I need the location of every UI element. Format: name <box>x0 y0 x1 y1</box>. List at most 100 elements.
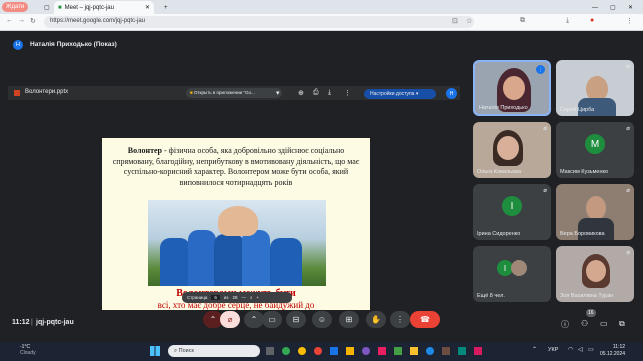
url-field[interactable]: https://meet.google.com/jqj-pqtc-jau <box>44 16 474 28</box>
app-icon[interactable] <box>298 347 306 355</box>
record-icon[interactable]: ● <box>590 17 594 24</box>
participant-tile[interactable]: ⌀ Зоя Василівна Туран <box>556 246 634 302</box>
participant-name: Ольга Ковальова <box>477 169 521 175</box>
participant-tile[interactable]: ⌀ Ольга Ковальова <box>473 122 551 178</box>
star-icon[interactable]: ☆ <box>466 17 472 25</box>
app-icon[interactable] <box>378 347 386 355</box>
mic-off-icon: ⌀ <box>626 188 630 194</box>
forward-icon[interactable]: → <box>18 17 25 24</box>
mic-off-icon: ⌀ <box>543 126 547 132</box>
participants-count-badge: 16 <box>586 309 596 317</box>
chrome-icon[interactable] <box>314 347 322 355</box>
page-navigator: Страница 6 из 28 — ⌕ + <box>182 292 292 303</box>
app-icon[interactable] <box>394 347 402 355</box>
page-input[interactable]: 6 <box>211 295 220 300</box>
dropdown-icon[interactable]: ▾ <box>276 89 280 97</box>
tab-actions-icon[interactable]: ▢ <box>40 1 54 14</box>
browser-tab-bar: Ждати ▢ ■ Meet – jqj-pqtc-jau ✕ + — ▢ ✕ <box>0 0 643 14</box>
address-bar-row: ← → ↻ https://meet.google.com/jqj-pqtc-j… <box>0 14 643 31</box>
participant-tile[interactable]: ⌀ Сергій Цирба <box>556 60 634 116</box>
app-icon[interactable] <box>442 347 450 355</box>
participant-tile[interactable]: І ⌀ Ірина Сидоренко <box>473 184 551 240</box>
captions-button[interactable]: ⊟ <box>286 311 306 328</box>
more-participants-tile[interactable]: І Ещё 8 чел. <box>473 246 551 302</box>
back-icon[interactable]: ← <box>6 17 13 24</box>
camera-toggle-button[interactable]: ▭ <box>262 311 282 328</box>
app-icon[interactable] <box>458 347 466 355</box>
cast-icon[interactable]: ⊡ <box>452 17 458 25</box>
mic-off-icon: ⌀ <box>626 250 630 256</box>
weather-widget[interactable]: -1°C Cloudy <box>20 344 36 356</box>
meeting-divider: | <box>31 319 33 326</box>
reload-icon[interactable]: ↻ <box>30 17 36 25</box>
tab-meet[interactable]: ■ Meet – jqj-pqtc-jau ✕ <box>54 1 154 14</box>
add-comment-icon[interactable]: ⊕ <box>298 89 304 97</box>
present-button[interactable]: ⊞ <box>339 311 359 328</box>
people-icon[interactable]: ⚇ <box>581 319 588 328</box>
new-tab-button[interactable]: + <box>160 1 172 14</box>
print-icon[interactable]: ⎙ <box>313 89 319 97</box>
taskbar-search[interactable]: ⌕ Поиск <box>168 345 260 357</box>
maximize-button[interactable]: ▢ <box>606 1 620 14</box>
system-clock[interactable]: 11:12 05.12.2024 <box>600 344 625 357</box>
download-icon[interactable]: ⤓ <box>566 17 569 25</box>
profile-button[interactable]: Ждати <box>2 2 29 12</box>
end-call-button[interactable]: ☎ <box>410 311 440 328</box>
participant-name: Ещё 8 чел. <box>477 293 505 299</box>
app-icon[interactable] <box>410 347 418 355</box>
camera-options-button[interactable]: ⌃ <box>244 311 264 328</box>
participant-thumb <box>511 260 527 276</box>
mic-off-icon: ⌀ <box>626 64 630 70</box>
info-icon[interactable]: ⓘ <box>561 319 569 330</box>
slide: Волонтер - фізична особа, яка добровільн… <box>102 138 370 310</box>
chat-icon[interactable]: ▭ <box>600 319 608 328</box>
slide-paragraph: Волонтер - фізична особа, яка добровільн… <box>112 146 360 187</box>
participant-name: Максим Кузьменко <box>560 169 609 175</box>
meet-logo-icon: ■ <box>58 4 62 11</box>
presenter-badge: Н <box>13 40 23 50</box>
task-view-icon[interactable] <box>266 347 274 355</box>
pptx-icon <box>14 90 20 96</box>
mic-off-icon: ⌀ <box>543 188 547 194</box>
app-icon[interactable] <box>282 347 290 355</box>
tray-chevron-icon[interactable]: ⌃ <box>532 346 537 353</box>
app-icon[interactable] <box>346 347 354 355</box>
app-icon[interactable] <box>426 347 434 355</box>
taskbar: -1°C Cloudy ⌕ Поиск ⌃ УКР ◠ ◁ ▭ 11:12 05… <box>0 342 643 361</box>
emoji-button[interactable]: ☺ <box>312 311 332 328</box>
download-file-icon[interactable]: ⤓ <box>328 89 331 97</box>
more-options-button[interactable]: ⋮ <box>390 311 410 328</box>
zoom-out-icon[interactable]: — <box>242 295 247 300</box>
shared-screen: Волонтери.pptx ■ Открыть в приложении "G… <box>8 86 460 312</box>
participant-tile[interactable]: ⌀ Вера Боровикова <box>556 184 634 240</box>
access-settings-button[interactable]: Настройки доступа ▾ <box>364 89 436 99</box>
mic-toggle-button[interactable]: ⌀ <box>220 311 240 328</box>
more-icon[interactable]: ⋮ <box>344 89 351 97</box>
minimize-button[interactable]: — <box>588 1 602 14</box>
app-icon[interactable] <box>362 347 370 355</box>
slide-bold-word: Волонтер <box>127 146 163 155</box>
extensions-icon[interactable]: ⧉ <box>520 17 525 25</box>
battery-icon[interactable]: ▭ <box>588 346 594 353</box>
participant-avatar: І <box>502 196 522 216</box>
app-icon[interactable] <box>474 347 482 355</box>
windows-start-icon[interactable] <box>150 346 160 356</box>
open-in-app-button[interactable]: ■ Открыть в приложении "Go... <box>186 88 282 98</box>
zoom-icon[interactable]: ⌕ <box>250 295 253 300</box>
raise-hand-button[interactable]: ✋ <box>366 311 386 328</box>
wifi-icon[interactable]: ◠ <box>568 346 573 353</box>
volume-icon[interactable]: ◁ <box>578 346 583 353</box>
viewer-avatar: Н <box>446 88 457 99</box>
activities-icon[interactable]: ⧉ <box>619 319 625 329</box>
participant-name: Сергій Цирба <box>560 107 595 113</box>
zoom-in-icon[interactable]: + <box>257 295 260 300</box>
close-window-button[interactable]: ✕ <box>624 1 637 14</box>
meet-area: Н Наталія Приходько (Показ) Волонтери.pp… <box>0 32 643 342</box>
language-indicator[interactable]: УКР <box>548 347 558 353</box>
participant-name: Вера Боровикова <box>560 231 605 237</box>
participant-tile[interactable]: М ⌀ Максим Кузьменко <box>556 122 634 178</box>
close-tab-icon[interactable]: ✕ <box>145 4 150 11</box>
participant-tile[interactable]: ⋮ Наталія Приходько <box>473 60 551 116</box>
menu-icon[interactable]: ⋮ <box>626 17 633 25</box>
app-icon[interactable] <box>330 347 338 355</box>
